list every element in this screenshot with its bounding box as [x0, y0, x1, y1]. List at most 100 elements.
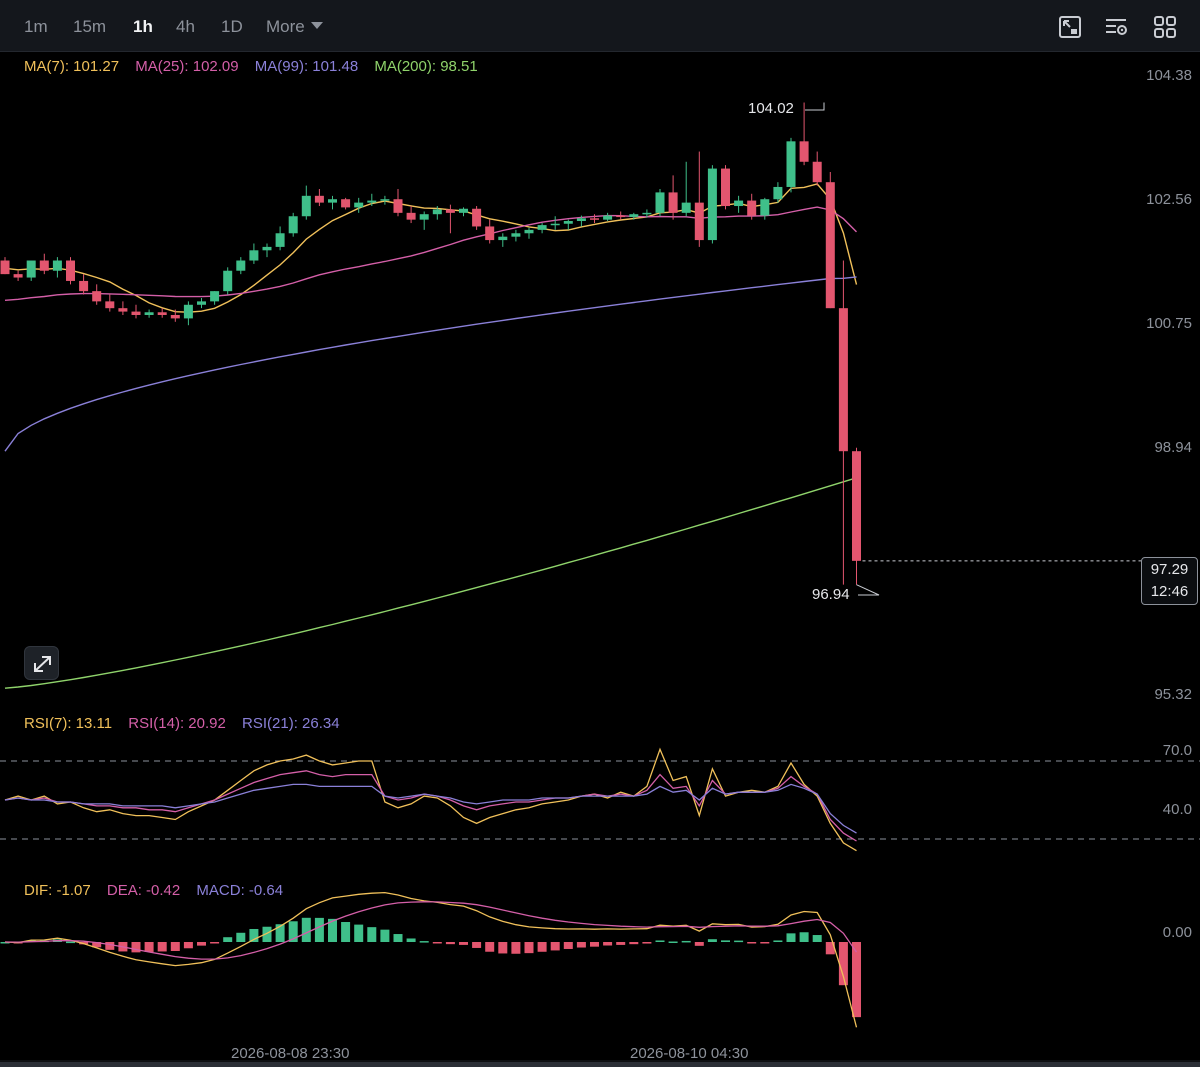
candle-body [354, 202, 364, 208]
macd-histogram-bar [236, 932, 246, 942]
macd-histogram-bar [747, 942, 757, 944]
low-price-label: 96.94 [812, 586, 850, 603]
macd-histogram-bar [157, 942, 167, 952]
candle-body [852, 451, 861, 561]
macd-histogram-bar [314, 917, 324, 942]
candle-body [275, 233, 285, 247]
candle-body [13, 274, 23, 278]
legend-rsi21: RSI(21): 26.34 [242, 715, 340, 732]
candle-body [393, 199, 403, 213]
macd-histogram-bar [786, 933, 796, 942]
candle-body [197, 301, 206, 305]
candle-body [760, 199, 770, 216]
last-price-value: 97.29 [1150, 561, 1189, 578]
candle-body [838, 308, 848, 452]
macd-histogram-bar [511, 942, 521, 954]
macd-histogram-bar [131, 942, 141, 953]
candle-body [380, 199, 390, 201]
macd-legend: DIF: -1.07 DEA: -0.42 MACD: -0.64 [24, 882, 295, 899]
macd-histogram-bar [537, 942, 547, 952]
macd-histogram-bar [66, 941, 75, 944]
timeframe-1h[interactable]: 1h [133, 17, 153, 37]
price-tick: 95.32 [1154, 686, 1192, 703]
legend-ma200: MA(200): 98.51 [374, 58, 478, 75]
candle-body [799, 141, 809, 162]
timeframe-1m[interactable]: 1m [24, 17, 48, 37]
macd-histogram-bar [550, 942, 560, 951]
toolbar: 1m 15m 1h 4h 1D More [0, 0, 1200, 52]
expand-icon [34, 656, 51, 672]
rsi-line-rsi21 [4, 783, 857, 834]
last-price-tag[interactable]: 97.29 12:46 [1141, 557, 1198, 605]
macd-histogram-bar [419, 941, 429, 943]
candle-body [511, 233, 521, 237]
candle-body [341, 199, 351, 208]
grid-layout-icon[interactable] [1152, 14, 1178, 40]
price-tick: 100.75 [1146, 315, 1192, 332]
legend-dea: DEA: -0.42 [106, 882, 181, 899]
macd-histogram-bar [852, 942, 861, 1018]
legend-rsi7: RSI(7): 13.11 [24, 715, 113, 732]
candle-body [668, 192, 678, 213]
indicator-settings-icon[interactable] [1104, 14, 1130, 40]
timeframe-4h[interactable]: 4h [176, 17, 195, 37]
macd-histogram-bar [642, 942, 652, 944]
macd-histogram-bar [590, 942, 599, 947]
candle-body [498, 236, 508, 241]
ma25-line [4, 206, 857, 301]
macd-histogram-bar [393, 934, 403, 942]
macd-histogram-bar [341, 922, 351, 942]
macd-histogram-bar [445, 942, 455, 945]
macd-histogram-bar [354, 924, 364, 942]
macd-histogram-bar [301, 917, 311, 942]
ma99-line [4, 276, 857, 452]
candle-body [79, 280, 89, 292]
macd-histogram-bar [367, 927, 377, 942]
candlestick-chart[interactable] [0, 52, 1200, 1067]
candle-body [786, 141, 796, 187]
macd-histogram-bar [406, 938, 416, 942]
rsi-tick: 70.0 [1162, 742, 1192, 759]
legend-ma25: MA(25): 102.09 [135, 58, 239, 75]
candle-body [432, 209, 442, 215]
macd-histogram-bar [485, 942, 495, 952]
low-marker-line [856, 584, 880, 596]
rsi-legend: RSI(7): 13.11 RSI(14): 20.92 RSI(21): 26… [24, 715, 352, 732]
macd-histogram-bar [472, 942, 482, 948]
candle-body [406, 212, 416, 220]
candle-body [590, 218, 599, 220]
candle-body [603, 215, 613, 220]
macd-histogram-bar [183, 942, 193, 949]
macd-histogram-bar [524, 942, 534, 954]
candle-body [642, 212, 652, 215]
candle-body [445, 209, 455, 213]
legend-rsi14: RSI(14): 20.92 [128, 715, 226, 732]
macd-histogram-bar [655, 940, 665, 942]
candle-body [419, 214, 429, 220]
candle-body [812, 161, 822, 183]
more-label: More [266, 17, 305, 36]
candle-body [301, 195, 311, 217]
expand-chart-button[interactable] [24, 646, 59, 680]
more-dropdown[interactable]: More [266, 17, 323, 37]
macd-histogram-bar [681, 940, 691, 943]
candle-body [249, 250, 259, 261]
chart-settings-icon[interactable] [1057, 14, 1083, 40]
macd-histogram-bar [210, 942, 220, 944]
candle-body [144, 312, 154, 315]
timeframe-1d[interactable]: 1D [221, 17, 243, 37]
macd-histogram-bar [629, 942, 639, 945]
macd-histogram-bar [197, 942, 206, 946]
legend-macd: MACD: -0.64 [196, 882, 284, 899]
candle-body [223, 270, 233, 292]
candle-body [773, 186, 783, 200]
ma-legend: MA(7): 101.27 MA(25): 102.09 MA(99): 101… [24, 58, 490, 75]
timeframe-15m[interactable]: 15m [73, 17, 106, 37]
candle-body [616, 215, 626, 218]
macd-histogram-bar [603, 942, 613, 946]
chevron-down-icon [310, 22, 323, 29]
macd-histogram-bar [432, 942, 442, 944]
candle-body [747, 200, 757, 216]
candle-body [655, 192, 665, 213]
bottom-scrollbar[interactable] [0, 1062, 1200, 1067]
